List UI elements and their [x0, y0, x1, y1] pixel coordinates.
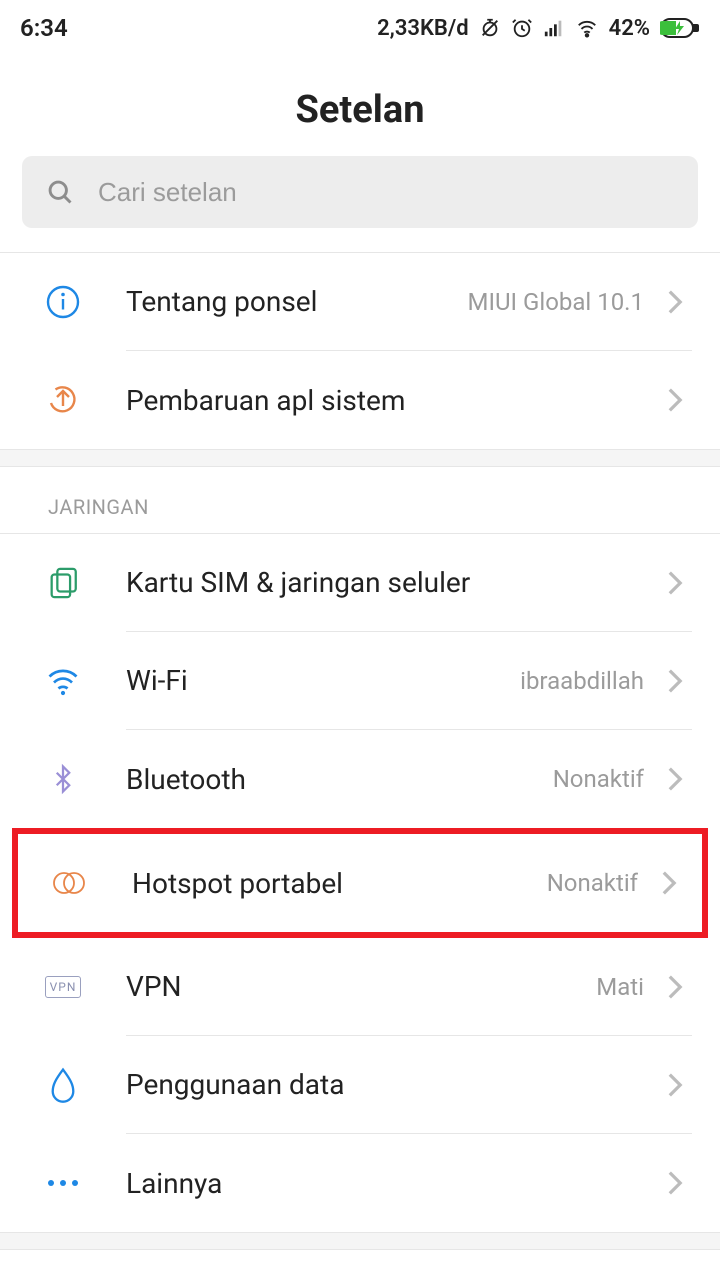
status-data-rate: 2,33KB/d — [377, 16, 469, 41]
row-vpn[interactable]: VPN VPN Mati — [0, 938, 720, 1036]
row-value: ibraabdillah — [520, 667, 644, 695]
chevron-right-icon — [662, 974, 688, 1000]
section-network: Kartu SIM & jaringan seluler Wi-Fi ibraa… — [0, 534, 720, 1232]
info-icon — [40, 284, 86, 320]
vpn-icon: VPN — [40, 976, 86, 998]
status-time: 6:34 — [20, 14, 68, 42]
more-icon — [40, 1178, 86, 1188]
row-about-phone[interactable]: Tentang ponsel MIUI Global 10.1 — [0, 253, 720, 351]
row-label: Hotspot portabel — [132, 867, 343, 900]
section-top: Tentang ponsel MIUI Global 10.1 Pembarua… — [0, 253, 720, 449]
chevron-right-icon — [662, 570, 688, 596]
status-right: 2,33KB/d 42% — [377, 16, 700, 41]
signal-icon — [543, 17, 565, 39]
data-usage-icon — [40, 1067, 86, 1103]
chevron-right-icon — [662, 1170, 688, 1196]
search-container — [0, 156, 720, 252]
search-input[interactable] — [98, 177, 674, 208]
chevron-right-icon — [656, 870, 682, 896]
sim-icon — [40, 566, 86, 600]
status-bar: 6:34 2,33KB/d 42% — [0, 0, 720, 48]
row-label: Kartu SIM & jaringan seluler — [126, 566, 470, 599]
bluetooth-icon — [40, 761, 86, 797]
row-value: Mati — [596, 973, 644, 1001]
row-label: VPN — [126, 970, 181, 1003]
hotspot-icon — [46, 868, 92, 898]
chevron-right-icon — [662, 1072, 688, 1098]
row-value: MIUI Global 10.1 — [467, 288, 644, 316]
row-value: Nonaktif — [547, 869, 638, 897]
search-box[interactable] — [22, 156, 698, 228]
update-icon — [40, 382, 86, 418]
battery-charging-icon — [660, 17, 700, 39]
section-gap — [0, 1232, 720, 1250]
page-title: Setelan — [0, 88, 720, 132]
section-gap — [0, 449, 720, 467]
row-more[interactable]: Lainnya — [0, 1134, 720, 1232]
row-wifi[interactable]: Wi-Fi ibraabdillah — [0, 632, 720, 730]
alarm-icon — [511, 17, 533, 39]
section-header-personal: PRIBADI — [0, 1250, 720, 1280]
search-icon — [46, 178, 74, 206]
status-battery-pct: 42% — [609, 16, 650, 41]
row-label: Bluetooth — [126, 763, 246, 796]
row-hotspot[interactable]: Hotspot portabel Nonaktif — [18, 834, 702, 932]
mute-icon — [479, 17, 501, 39]
wifi-icon — [575, 17, 599, 39]
row-data-usage[interactable]: Penggunaan data — [0, 1036, 720, 1134]
row-sim-cellular[interactable]: Kartu SIM & jaringan seluler — [0, 534, 720, 632]
row-bluetooth[interactable]: Bluetooth Nonaktif — [0, 730, 720, 828]
chevron-right-icon — [662, 668, 688, 694]
row-label: Lainnya — [126, 1167, 222, 1200]
row-label: Penggunaan data — [126, 1068, 344, 1101]
row-value: Nonaktif — [553, 765, 644, 793]
row-label: Wi-Fi — [126, 664, 188, 697]
wifi-icon — [40, 663, 86, 699]
highlight-hotspot: Hotspot portabel Nonaktif — [12, 828, 708, 938]
chevron-right-icon — [662, 289, 688, 315]
row-system-update[interactable]: Pembaruan apl sistem — [0, 351, 720, 449]
row-label: Pembaruan apl sistem — [126, 384, 405, 417]
section-header-network: JARINGAN — [0, 467, 720, 534]
row-label: Tentang ponsel — [126, 285, 317, 318]
chevron-right-icon — [662, 387, 688, 413]
page-header: Setelan — [0, 48, 720, 156]
chevron-right-icon — [662, 766, 688, 792]
